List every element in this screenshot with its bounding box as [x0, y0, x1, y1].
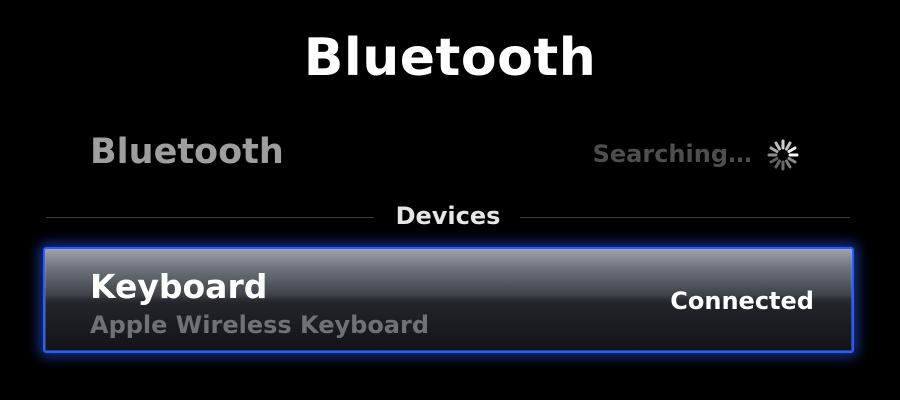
bluetooth-status: Searching…: [592, 140, 752, 168]
device-model: Apple Wireless Keyboard: [90, 311, 430, 339]
device-row-keyboard[interactable]: Keyboard Apple Wireless Keyboard Connect…: [43, 247, 854, 353]
bluetooth-toggle-row[interactable]: Bluetooth Searching…: [90, 128, 810, 182]
device-connection-status: Connected: [670, 287, 814, 315]
devices-section-header: Devices: [46, 200, 850, 236]
page-title: Bluetooth: [303, 28, 597, 88]
bluetooth-label: Bluetooth: [90, 132, 284, 172]
device-name: Keyboard: [90, 267, 268, 306]
section-divider-right: [520, 217, 850, 218]
activity-spinner-icon: [767, 139, 799, 171]
section-title: Devices: [395, 202, 501, 230]
